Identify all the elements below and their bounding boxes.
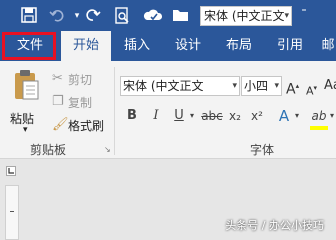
tab-design[interactable]: 设计 xyxy=(163,31,213,61)
paste-label: 粘贴 xyxy=(10,112,35,126)
tab-home[interactable]: 开始 xyxy=(61,31,111,61)
chevron-down-icon: ▾ xyxy=(23,125,28,135)
print-preview-icon[interactable] xyxy=(113,7,131,25)
group-divider xyxy=(114,67,115,155)
save-icon[interactable] xyxy=(20,7,38,25)
dialog-launcher-icon[interactable]: ↘ xyxy=(104,145,111,154)
font-size-value: 小四 xyxy=(244,79,269,93)
grow-font-icon[interactable]: A▴ xyxy=(286,78,299,98)
ribbon-home: 粘贴 ▾ ✂ 剪切 ❐ 复制 🖌 格式刷 剪贴板 ↘ 宋体 (中文正文 ▾ 小四… xyxy=(0,61,336,159)
copy-label[interactable]: 复制 xyxy=(68,94,92,111)
save-cloud-icon[interactable] xyxy=(143,7,163,25)
cut-label[interactable]: 剪切 xyxy=(68,71,92,88)
quick-access-toolbar: ▾ 宋体 (中文正文 ▾ ⁼ xyxy=(0,0,336,31)
chevron-down-icon: ▾ xyxy=(232,81,237,91)
font-name-value: 宋体 (中文正文 xyxy=(123,79,204,93)
chevron-down-icon: ▾ xyxy=(274,81,279,91)
qat-font-value: 宋体 (中文正文 xyxy=(204,9,285,23)
font-group-label: 字体 xyxy=(250,143,275,157)
tab-insert[interactable]: 插入 xyxy=(112,31,162,61)
italic-button[interactable]: I xyxy=(148,106,164,126)
superscript-button[interactable]: x² xyxy=(248,106,266,126)
highlight-button[interactable]: ab xyxy=(310,106,328,126)
shrink-font-icon[interactable]: A▾ xyxy=(306,80,317,100)
font-name-dropdown[interactable]: 宋体 (中文正文 ▾ xyxy=(120,76,240,96)
text-effects-button[interactable]: A xyxy=(276,106,292,126)
watermark: 头条号 / 办公小技巧 xyxy=(225,219,324,232)
chevron-down-icon[interactable]: ▾ xyxy=(292,106,302,126)
chevron-down-icon[interactable]: ▾ xyxy=(327,106,336,126)
tab-mailings[interactable]: 邮 xyxy=(316,31,336,61)
paste-button[interactable]: 粘贴 ▾ xyxy=(6,67,46,139)
font-size-dropdown[interactable]: 小四 ▾ xyxy=(241,76,282,96)
format-painter-label[interactable]: 格式刷 xyxy=(68,117,104,134)
chevron-down-icon: ▾ xyxy=(284,11,289,21)
tab-references[interactable]: 引用 xyxy=(265,31,315,61)
vertical-ruler xyxy=(5,185,19,240)
file-tab-highlight xyxy=(2,32,56,60)
bold-button[interactable]: B xyxy=(124,106,140,126)
redo-icon[interactable] xyxy=(84,7,102,25)
underline-button[interactable]: U xyxy=(171,106,187,126)
copy-icon: ❐ xyxy=(52,94,64,109)
format-painter-icon: 🖌 xyxy=(52,117,69,132)
change-case-icon[interactable]: Aa xyxy=(324,78,336,94)
chevron-down-icon[interactable]: ▾ xyxy=(187,106,197,126)
customize-qat-icon[interactable]: ⁼ xyxy=(295,4,313,22)
clipboard-group-label: 剪贴板 xyxy=(30,143,67,157)
tab-selector[interactable] xyxy=(6,166,16,176)
tab-layout[interactable]: 布局 xyxy=(214,31,264,61)
paste-icon xyxy=(12,69,40,105)
undo-icon[interactable] xyxy=(48,7,66,25)
scissors-icon: ✂ xyxy=(52,71,63,86)
qat-font-dropdown[interactable]: 宋体 (中文正文 ▾ xyxy=(200,6,292,26)
highlight-color-swatch xyxy=(310,126,328,130)
subscript-button[interactable]: x₂ xyxy=(226,106,244,126)
horizontal-ruler-bar xyxy=(0,159,336,181)
strikethrough-button[interactable]: abc xyxy=(200,106,224,126)
open-folder-icon[interactable] xyxy=(172,7,190,25)
